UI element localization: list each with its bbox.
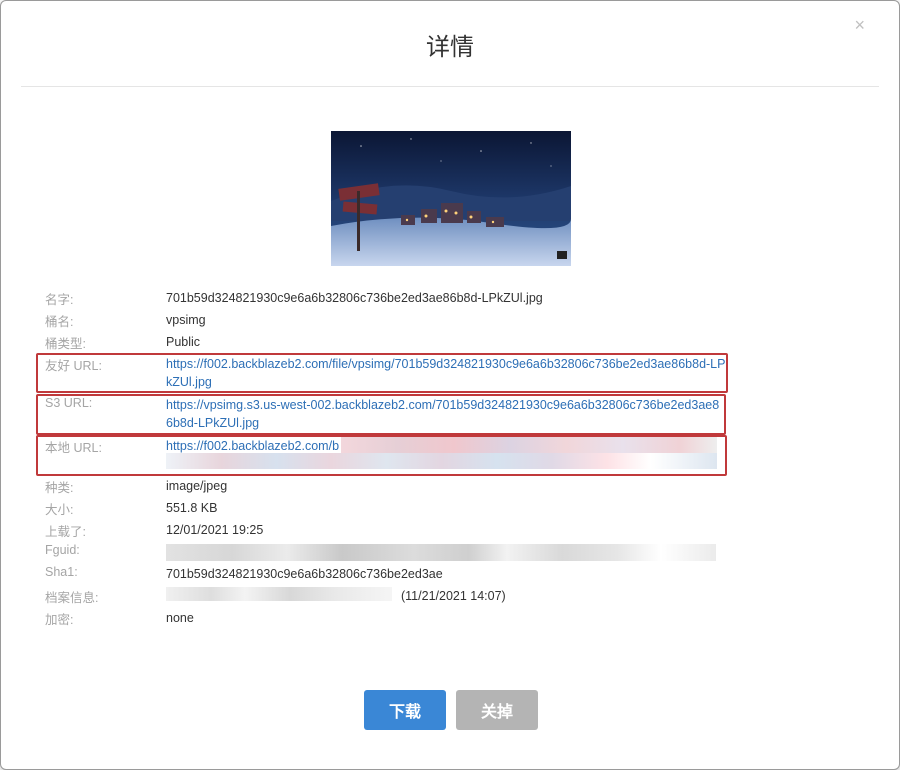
encryption-label: 加密:: [45, 613, 74, 627]
name-value: 701b59d324821930c9e6a6b32806c736be2ed3ae…: [166, 291, 543, 305]
sha1-label: Sha1:: [45, 565, 78, 579]
friendly-url-link[interactable]: https://f002.backblazeb2.com/file/vpsimg…: [166, 355, 726, 391]
friendly-url-label: 友好 URL:: [45, 359, 102, 373]
winter-village-image: [331, 131, 571, 266]
uploaded-value: 12/01/2021 19:25: [166, 523, 264, 537]
type-label: 种类:: [45, 481, 74, 495]
bucket-value: vpsimg: [166, 313, 206, 327]
size-value: 551.8 KB: [166, 501, 218, 515]
bucket-type-value: Public: [166, 335, 201, 349]
close-button[interactable]: 关掉: [456, 690, 538, 730]
fguid-label: Fguid:: [45, 543, 80, 557]
size-label: 大小:: [45, 503, 74, 517]
bucket-type-label: 桶类型:: [45, 337, 86, 351]
file-info-value: (11/21/2021 14:07): [401, 589, 506, 603]
fguid-redaction: [166, 544, 716, 561]
uploaded-label: 上载了:: [45, 525, 86, 539]
encryption-value: none: [166, 611, 194, 625]
s3-url-label: S3 URL:: [45, 396, 93, 410]
file-info-label: 档案信息:: [45, 591, 99, 605]
dialog-title: 详情: [426, 34, 474, 61]
file-info-redaction: [166, 587, 392, 601]
download-button[interactable]: 下载: [364, 690, 446, 730]
bucket-label: 桶名:: [45, 315, 74, 329]
image-preview: [331, 131, 571, 266]
name-label: 名字:: [45, 293, 74, 307]
s3-url-link[interactable]: https://vpsimg.s3.us-west-002.backblazeb…: [166, 396, 726, 432]
header-divider: [21, 86, 879, 87]
type-value: image/jpeg: [166, 479, 228, 493]
details-dialog: 详情 × 名字: 701b59d324821930c9e6a6b32806c73…: [0, 0, 900, 770]
sha1-value: 701b59d324821930c9e6a6b32806c736be2ed3ae: [166, 567, 443, 581]
close-icon[interactable]: ×: [854, 15, 865, 35]
local-url-label: 本地 URL:: [45, 441, 102, 455]
